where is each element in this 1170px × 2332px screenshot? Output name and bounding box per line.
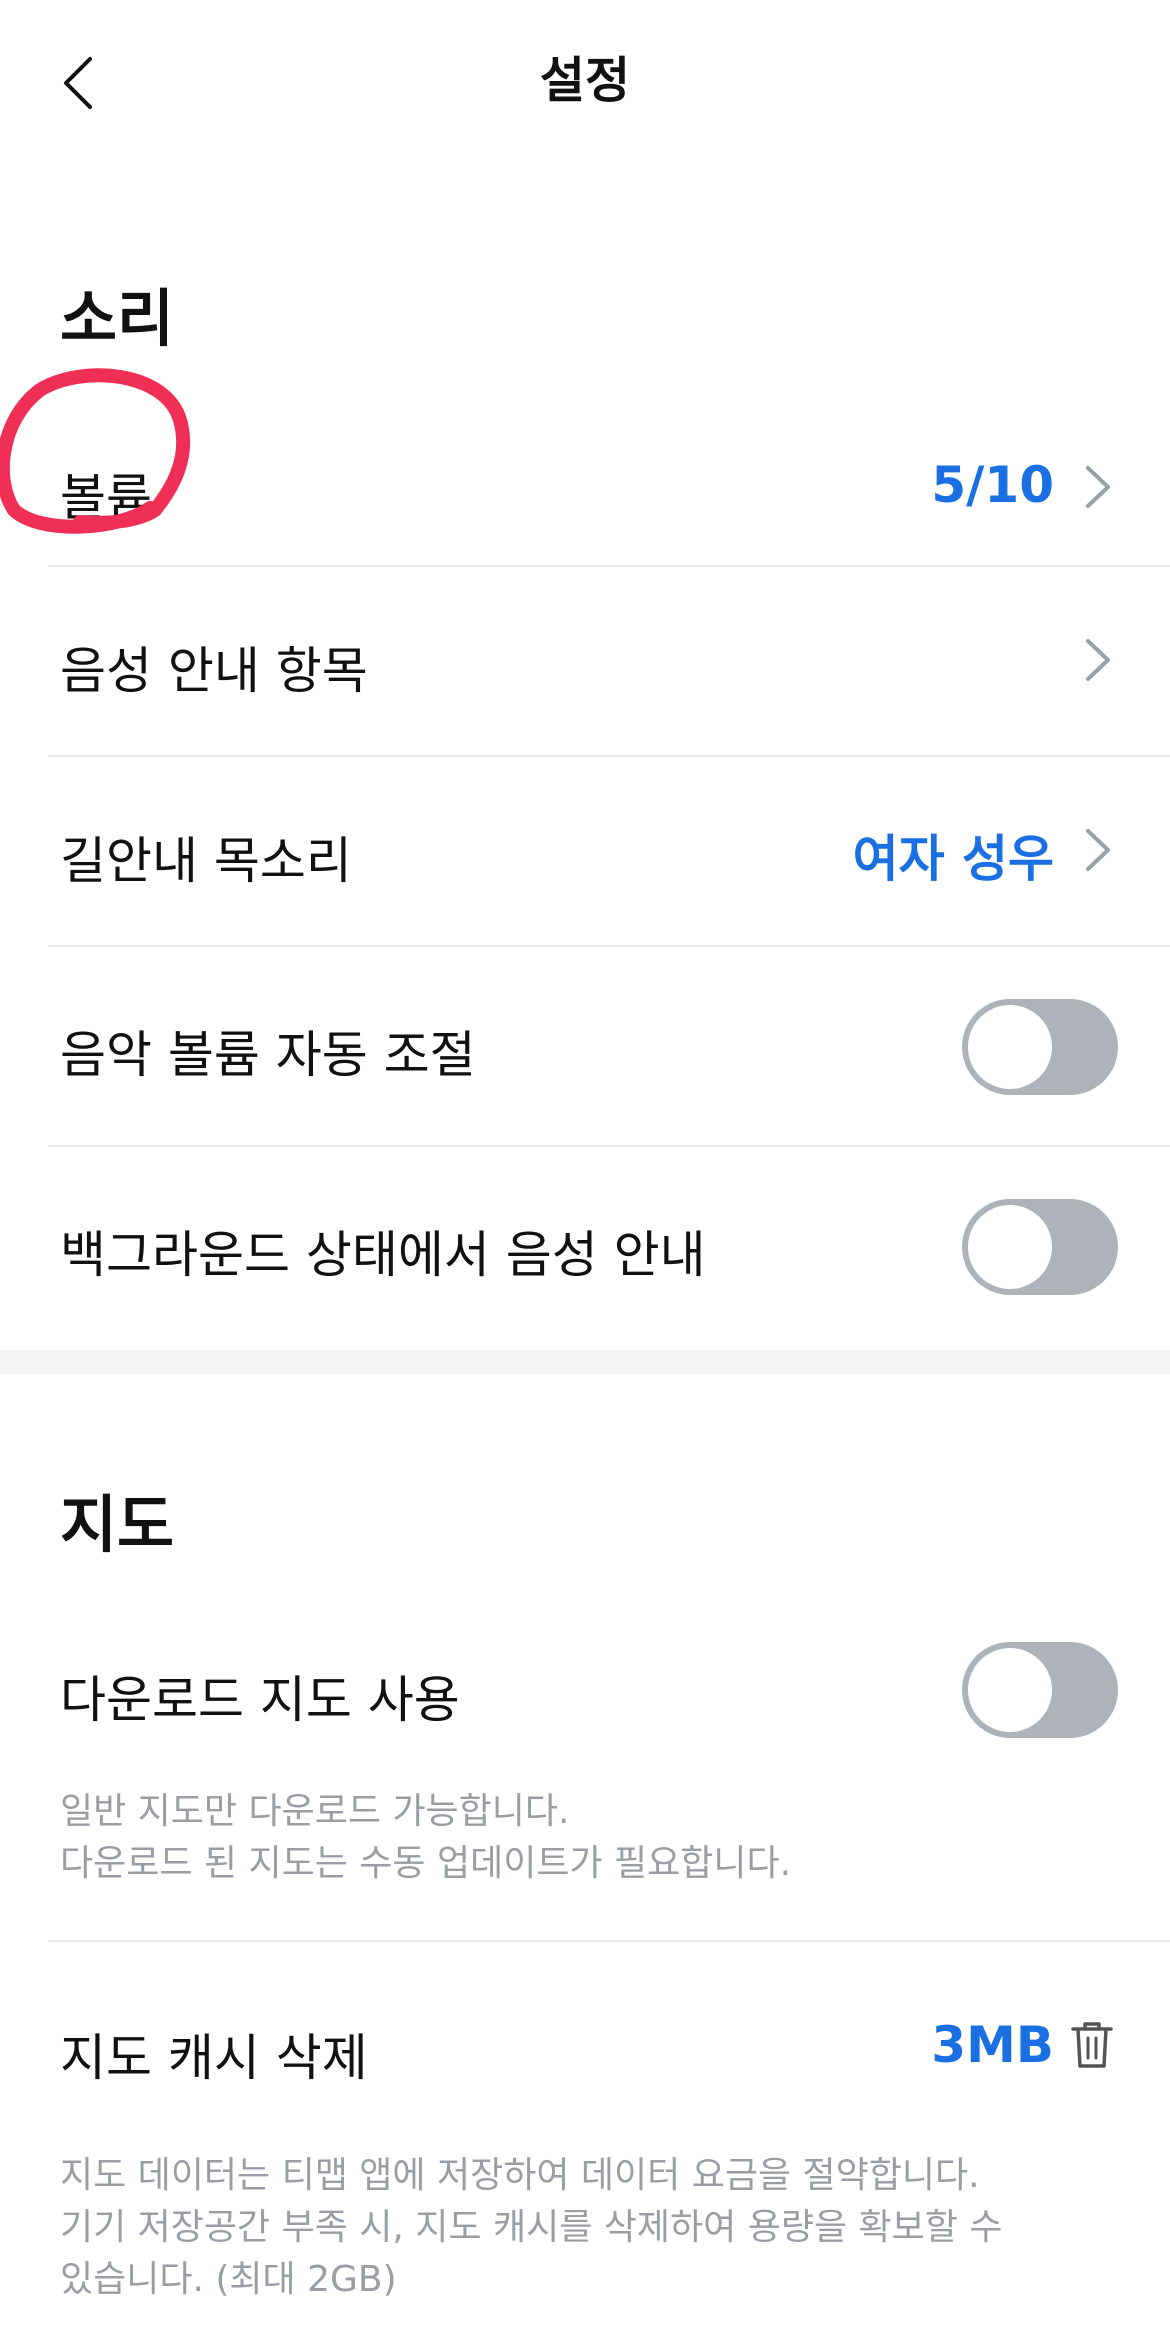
download-help-line-1: 일반 지도만 다운로드 가능합니다. — [60, 1791, 570, 1832]
row-nav-voice[interactable]: 길안내 목소리 여자 성우 — [0, 757, 1170, 945]
row-music-auto: 음악 볼륨 자동 조절 — [0, 947, 1170, 1145]
cache-help-line-1: 지도 데이터는 티맵 앱에 저장하여 데이터 요금을 절약합니다. — [60, 2155, 980, 2196]
row-background-voice: 백그라운드 상태에서 음성 안내 — [0, 1147, 1170, 1347]
voice-items-label: 음성 안내 항목 — [60, 642, 368, 700]
divider — [48, 1940, 1170, 1942]
row-map-cache[interactable]: 지도 캐시 삭제 3MB — [0, 1960, 1170, 2140]
volume-value: 5/10 — [931, 456, 1054, 514]
section-separator — [0, 1350, 1170, 1374]
header: 설정 — [0, 0, 1170, 162]
chevron-right-icon — [1086, 466, 1110, 508]
map-cache-label: 지도 캐시 삭제 — [60, 2029, 368, 2087]
download-map-label: 다운로드 지도 사용 — [60, 1671, 460, 1729]
download-map-toggle[interactable] — [962, 1642, 1118, 1738]
chevron-right-icon — [1086, 829, 1110, 871]
nav-voice-value: 여자 성우 — [852, 830, 1054, 888]
page-title: 설정 — [539, 52, 631, 109]
map-cache-value: 3MB — [931, 2016, 1054, 2074]
download-help-line-2: 다운로드 된 지도는 수동 업데이트가 필요합니다. — [60, 1843, 792, 1884]
back-button[interactable] — [48, 48, 108, 118]
section-title-map: 지도 — [60, 1488, 175, 1561]
background-voice-label: 백그라운드 상태에서 음성 안내 — [60, 1226, 706, 1284]
row-voice-items[interactable]: 음성 안내 항목 — [0, 567, 1170, 755]
nav-voice-label: 길안내 목소리 — [60, 832, 352, 890]
music-auto-label: 음악 볼륨 자동 조절 — [60, 1026, 476, 1084]
row-volume[interactable]: 볼륨 5/10 — [0, 410, 1170, 566]
section-title-sound: 소리 — [60, 282, 175, 355]
volume-label: 볼륨 — [60, 469, 152, 527]
cache-help-line-3: 있습니다. (최대 2GB) — [60, 2259, 397, 2300]
toggle-knob — [968, 1648, 1052, 1732]
toggle-knob — [968, 1205, 1052, 1289]
chevron-right-icon — [1086, 639, 1110, 681]
background-voice-toggle[interactable] — [962, 1199, 1118, 1295]
music-auto-toggle[interactable] — [962, 999, 1118, 1095]
chevron-left-icon — [64, 57, 92, 109]
trash-icon[interactable] — [1070, 2020, 1114, 2070]
row-download-map: 다운로드 지도 사용 — [0, 1610, 1170, 1770]
toggle-knob — [968, 1005, 1052, 1089]
cache-help-line-2: 기기 저장공간 부족 시, 지도 캐시를 삭제하여 용량을 확보할 수 — [60, 2207, 1003, 2248]
